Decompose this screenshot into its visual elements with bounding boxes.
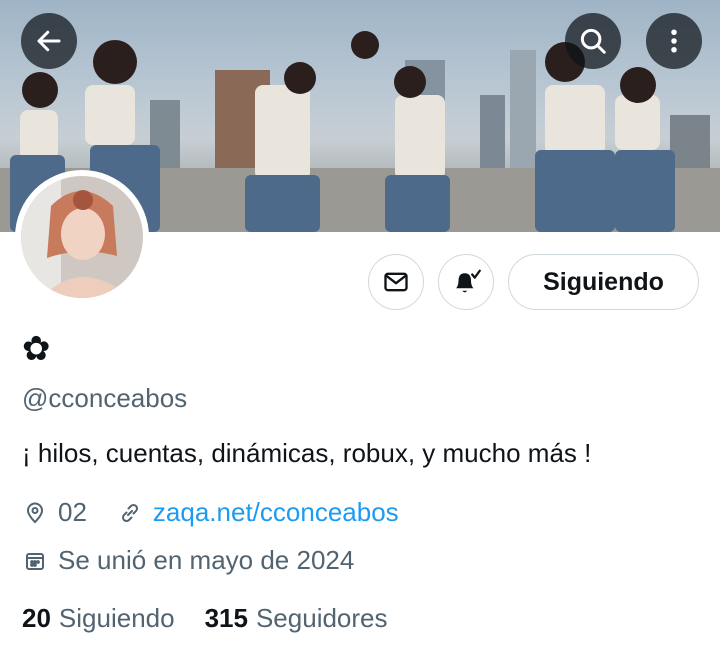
back-button[interactable] (21, 13, 77, 69)
user-handle: @cconceabos (22, 383, 188, 413)
more-options-button[interactable] (646, 13, 702, 69)
search-icon (580, 28, 606, 54)
calendar-icon (22, 548, 48, 574)
followers-count: 315 (204, 603, 248, 633)
profile-meta-location-link: 02 zaqa.net/cconceabos (22, 497, 399, 528)
location-text: 02 (58, 497, 87, 527)
notifications-button[interactable] (438, 254, 494, 310)
following-label: Siguiendo (58, 603, 175, 633)
link-icon (117, 500, 143, 526)
followers-label: Seguidores (255, 603, 388, 633)
more-vertical-icon (671, 29, 677, 53)
profile-meta-joined: Se unió en mayo de 2024 (22, 545, 354, 576)
following-button[interactable]: Siguiendo (508, 254, 699, 310)
profile-bio: ¡ hilos, cuentas, dinámicas, robux, y mu… (22, 438, 592, 468)
website-link[interactable]: zaqa.net/cconceabos (153, 497, 399, 528)
message-button[interactable] (368, 254, 424, 310)
avatar-image (21, 176, 143, 298)
display-name: ✿ (22, 330, 51, 368)
avatar[interactable] (15, 170, 149, 304)
bell-check-icon (456, 269, 481, 293)
arrow-left-icon (37, 30, 61, 52)
search-button[interactable] (565, 13, 621, 69)
profile-stats: 20 Siguiendo 315 Seguidores (22, 603, 418, 634)
following-count: 20 (22, 603, 51, 633)
joined-date-text: Se unió en mayo de 2024 (58, 545, 355, 575)
envelope-icon (384, 272, 408, 292)
location-pin-icon (22, 500, 48, 526)
following-stat[interactable]: 20 Siguiendo (22, 603, 175, 634)
followers-stat[interactable]: 315 Seguidores (205, 603, 388, 634)
